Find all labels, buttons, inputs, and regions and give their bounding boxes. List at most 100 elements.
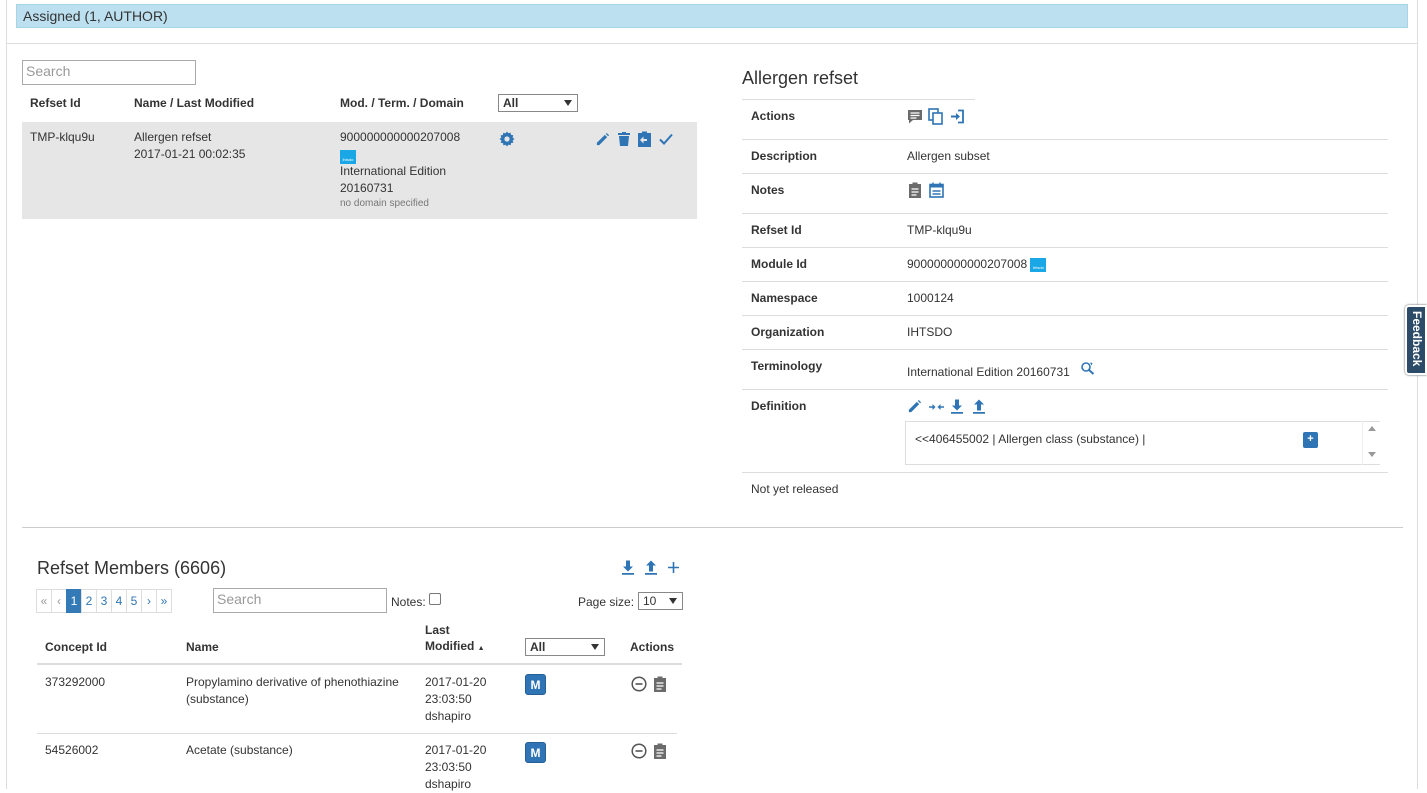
terminology-label: Terminology — [751, 359, 823, 373]
page-3[interactable]: 3 — [96, 589, 112, 613]
refset-filter-select[interactable]: All — [498, 94, 578, 112]
definition-scrollbar[interactable] — [1362, 421, 1380, 465]
page-size-value: 10 — [643, 594, 657, 608]
page-frame — [6, 0, 1418, 789]
feedback-label: Feedback — [1410, 311, 1424, 367]
members-filter-value: All — [530, 640, 546, 654]
pencil-icon[interactable] — [907, 399, 922, 414]
namespace-label: Namespace — [751, 291, 818, 305]
member-date: 2017-01-20 — [425, 743, 487, 757]
add-definition-clause-button[interactable]: + — [1303, 432, 1318, 448]
page-2[interactable]: 2 — [81, 589, 97, 613]
detail-divider — [742, 213, 1388, 214]
download-icon[interactable] — [621, 560, 635, 575]
description-label: Description — [751, 149, 818, 163]
page-4[interactable]: 4 — [111, 589, 127, 613]
gear-icon[interactable] — [499, 131, 515, 147]
definition-label: Definition — [751, 399, 807, 413]
refset-row-module-id: 900000000000207008 — [340, 130, 461, 144]
scroll-down-icon[interactable] — [1368, 452, 1376, 457]
member-name-cont: (substance) — [186, 692, 249, 706]
pencil-icon[interactable] — [595, 132, 610, 147]
col-name-last-modified[interactable]: Name / Last Modified — [134, 96, 254, 110]
description-value: Allergen subset — [907, 149, 990, 163]
col-name[interactable]: Name — [186, 640, 219, 654]
refset-row-name: Allergen refset — [134, 130, 212, 144]
col-module-term-domain[interactable]: Mod. / Term. / Domain — [340, 96, 464, 110]
member-concept-id: 373292000 — [45, 675, 106, 689]
member-concept-id: 54526002 — [45, 743, 99, 757]
detail-divider — [742, 389, 1388, 390]
upload-icon[interactable] — [644, 560, 658, 575]
feedback-tab[interactable]: Feedback — [1405, 305, 1427, 375]
namespace-value: 1000124 — [907, 291, 954, 305]
clipboard-icon[interactable] — [908, 182, 922, 198]
refset-id-label: Refset Id — [751, 223, 802, 237]
download-icon[interactable] — [950, 399, 964, 414]
detail-divider — [742, 315, 1388, 316]
members-filter-select[interactable]: All — [525, 638, 605, 656]
clipboard-icon[interactable] — [653, 743, 667, 759]
page-size-select[interactable]: 10 — [638, 592, 683, 610]
members-header-divider — [37, 663, 682, 665]
upload-icon[interactable] — [972, 399, 986, 414]
member-type-badge[interactable]: M — [525, 742, 546, 763]
page-next[interactable]: › — [141, 589, 157, 613]
clipboard-arrow-icon[interactable] — [637, 131, 652, 147]
member-user: dshapiro — [425, 709, 472, 723]
chevron-down-icon — [669, 598, 677, 604]
organization-value: IHTSDO — [907, 325, 953, 339]
refset-search-input[interactable]: Search — [22, 60, 196, 85]
refset-row-domain: no domain specified — [340, 198, 429, 209]
member-time: 23:03:50 — [425, 760, 472, 774]
member-type-badge[interactable]: M — [525, 674, 546, 695]
check-icon[interactable] — [659, 133, 673, 145]
page-5[interactable]: 5 — [126, 589, 142, 613]
comment-list-icon[interactable] — [907, 109, 923, 124]
detail-divider — [742, 139, 1388, 140]
refset-row-version: 20160731 — [340, 181, 394, 195]
terminology-value: International Edition 20160731 — [907, 365, 1070, 379]
notes-filter-label: Notes: — [391, 595, 426, 609]
col-last-modified-line1: Last — [425, 623, 450, 637]
refset-row-last-modified: 2017-01-21 00:02:35 — [134, 147, 246, 161]
module-id-label: Module Id — [751, 257, 807, 271]
member-user: dshapiro — [425, 777, 472, 791]
member-time: 23:03:50 — [425, 692, 472, 706]
member-name: Propylamino derivative of phenothiazine — [186, 675, 399, 689]
copy-icon[interactable] — [928, 108, 944, 125]
col-last-modified[interactable]: Last Modified ▲ — [425, 623, 485, 653]
col-refset-id[interactable]: Refset Id — [30, 96, 81, 110]
col-concept-id[interactable]: Concept Id — [45, 640, 107, 654]
calendar-icon[interactable] — [929, 182, 944, 198]
section-divider — [22, 527, 1403, 528]
trash-icon[interactable] — [617, 131, 631, 147]
detail-divider — [742, 247, 1388, 248]
detail-divider — [742, 173, 1388, 174]
module-id-text: 900000000000207008 — [907, 257, 1028, 271]
refset-members-title: Refset Members (6606) — [37, 558, 227, 578]
assigned-header[interactable]: Assigned (1, AUTHOR) — [16, 4, 1408, 28]
refset-detail-title: Allergen refset — [742, 68, 859, 88]
page-first[interactable]: « — [36, 589, 52, 613]
chevron-down-icon — [591, 644, 599, 650]
page-1[interactable]: 1 — [66, 589, 82, 613]
scroll-up-icon[interactable] — [1368, 426, 1376, 431]
sort-asc-icon: ▲ — [477, 645, 485, 652]
plus-icon[interactable] — [667, 561, 680, 574]
members-search-input[interactable]: Search — [213, 588, 387, 613]
minus-circle-icon[interactable] — [631, 743, 647, 759]
ihtsdo-logo: ihtsdo — [1030, 257, 1047, 272]
notes-filter-checkbox[interactable] — [429, 593, 441, 605]
search-refresh-icon[interactable] — [1080, 361, 1095, 375]
page-last[interactable]: » — [156, 589, 172, 613]
minus-circle-icon[interactable] — [631, 676, 647, 692]
chevron-down-icon — [564, 100, 572, 106]
top-divider — [7, 43, 1417, 44]
page-prev[interactable]: ‹ — [51, 589, 67, 613]
sign-in-icon[interactable] — [949, 109, 965, 124]
clipboard-icon[interactable] — [653, 676, 667, 692]
notes-label: Notes — [751, 183, 785, 197]
resize-icon[interactable] — [928, 401, 945, 413]
detail-divider — [742, 472, 1388, 473]
